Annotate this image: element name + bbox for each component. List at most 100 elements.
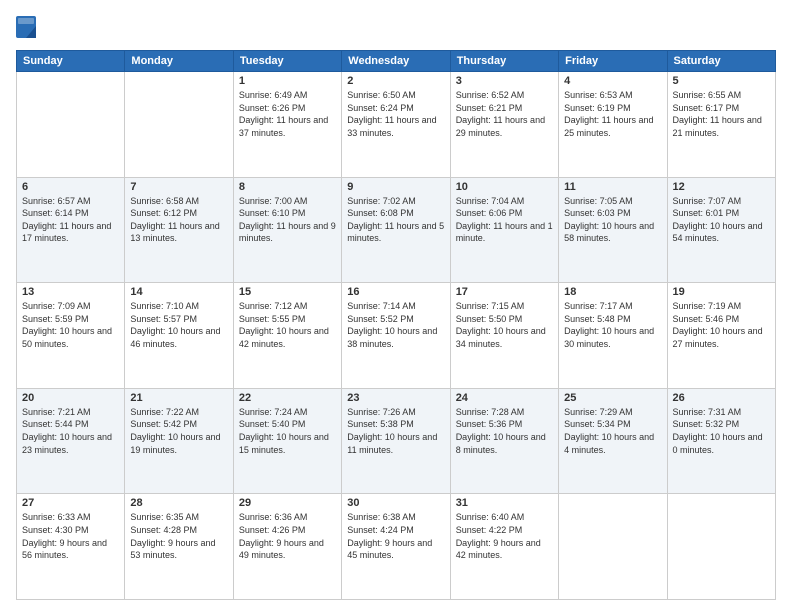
day-info: Sunrise: 7:22 AMSunset: 5:42 PMDaylight:… <box>130 406 227 456</box>
day-info: Sunrise: 6:52 AMSunset: 6:21 PMDaylight:… <box>456 89 553 139</box>
day-number: 3 <box>456 75 553 87</box>
day-number: 29 <box>239 497 336 509</box>
day-info: Sunrise: 7:29 AMSunset: 5:34 PMDaylight:… <box>564 406 661 456</box>
day-info: Sunrise: 6:57 AMSunset: 6:14 PMDaylight:… <box>22 195 119 245</box>
day-info: Sunrise: 7:04 AMSunset: 6:06 PMDaylight:… <box>456 195 553 245</box>
calendar-cell: 2 Sunrise: 6:50 AMSunset: 6:24 PMDaylight… <box>342 72 450 178</box>
calendar-cell: 16 Sunrise: 7:14 AMSunset: 5:52 PMDayligh… <box>342 283 450 389</box>
calendar-week-row: 27 Sunrise: 6:33 AMSunset: 4:30 PMDayligh… <box>17 494 776 600</box>
calendar-cell: 24 Sunrise: 7:28 AMSunset: 5:36 PMDayligh… <box>450 388 558 494</box>
day-number: 1 <box>239 75 336 87</box>
day-number: 26 <box>673 392 770 404</box>
day-number: 23 <box>347 392 444 404</box>
header <box>16 12 776 46</box>
page: SundayMondayTuesdayWednesdayThursdayFrid… <box>0 0 792 612</box>
day-info: Sunrise: 6:35 AMSunset: 4:28 PMDaylight:… <box>130 511 227 561</box>
calendar-cell <box>559 494 667 600</box>
day-info: Sunrise: 7:10 AMSunset: 5:57 PMDaylight:… <box>130 300 227 350</box>
day-number: 7 <box>130 181 227 193</box>
day-info: Sunrise: 7:14 AMSunset: 5:52 PMDaylight:… <box>347 300 444 350</box>
day-number: 8 <box>239 181 336 193</box>
calendar-cell: 1 Sunrise: 6:49 AMSunset: 6:26 PMDaylight… <box>233 72 341 178</box>
calendar-cell: 23 Sunrise: 7:26 AMSunset: 5:38 PMDayligh… <box>342 388 450 494</box>
day-number: 17 <box>456 286 553 298</box>
calendar-week-row: 13Sunrise: 7:09 AMSunset: 5:59 PMDayligh… <box>17 283 776 389</box>
weekday-header-tuesday: Tuesday <box>233 51 341 72</box>
day-number: 25 <box>564 392 661 404</box>
weekday-header-saturday: Saturday <box>667 51 775 72</box>
calendar-cell: 26 Sunrise: 7:31 AMSunset: 5:32 PMDayligh… <box>667 388 775 494</box>
calendar-cell: 19 Sunrise: 7:19 AMSunset: 5:46 PMDayligh… <box>667 283 775 389</box>
day-info: Sunrise: 7:02 AMSunset: 6:08 PMDaylight:… <box>347 195 444 245</box>
day-number: 28 <box>130 497 227 509</box>
day-number: 30 <box>347 497 444 509</box>
calendar-cell: 22 Sunrise: 7:24 AMSunset: 5:40 PMDayligh… <box>233 388 341 494</box>
day-number: 12 <box>673 181 770 193</box>
day-info: Sunrise: 6:55 AMSunset: 6:17 PMDaylight:… <box>673 89 770 139</box>
day-info: Sunrise: 7:17 AMSunset: 5:48 PMDaylight:… <box>564 300 661 350</box>
weekday-header-monday: Monday <box>125 51 233 72</box>
day-info: Sunrise: 7:24 AMSunset: 5:40 PMDaylight:… <box>239 406 336 456</box>
calendar-cell: 6 Sunrise: 6:57 AMSunset: 6:14 PMDaylight… <box>17 177 125 283</box>
calendar-cell: 15 Sunrise: 7:12 AMSunset: 5:55 PMDayligh… <box>233 283 341 389</box>
calendar-cell: 17 Sunrise: 7:15 AMSunset: 5:50 PMDayligh… <box>450 283 558 389</box>
day-number: 6 <box>22 181 119 193</box>
day-info: Sunrise: 6:50 AMSunset: 6:24 PMDaylight:… <box>347 89 444 139</box>
day-info: Sunrise: 7:28 AMSunset: 5:36 PMDaylight:… <box>456 406 553 456</box>
calendar-table: SundayMondayTuesdayWednesdayThursdayFrid… <box>16 50 776 600</box>
day-number: 15 <box>239 286 336 298</box>
day-info: Sunrise: 7:31 AMSunset: 5:32 PMDaylight:… <box>673 406 770 456</box>
day-info: Sunrise: 7:12 AMSunset: 5:55 PMDaylight:… <box>239 300 336 350</box>
day-number: 4 <box>564 75 661 87</box>
logo-icon <box>16 16 38 46</box>
day-number: 20 <box>22 392 119 404</box>
day-info: Sunrise: 6:40 AMSunset: 4:22 PMDaylight:… <box>456 511 553 561</box>
day-number: 27 <box>22 497 119 509</box>
calendar-cell: 20Sunrise: 7:21 AMSunset: 5:44 PMDayligh… <box>17 388 125 494</box>
weekday-header-thursday: Thursday <box>450 51 558 72</box>
weekday-header-sunday: Sunday <box>17 51 125 72</box>
calendar-cell: 18 Sunrise: 7:17 AMSunset: 5:48 PMDayligh… <box>559 283 667 389</box>
weekday-header-wednesday: Wednesday <box>342 51 450 72</box>
calendar-week-row: 6 Sunrise: 6:57 AMSunset: 6:14 PMDaylight… <box>17 177 776 283</box>
calendar-cell: 31 Sunrise: 6:40 AMSunset: 4:22 PMDayligh… <box>450 494 558 600</box>
day-info: Sunrise: 6:33 AMSunset: 4:30 PMDaylight:… <box>22 511 119 561</box>
day-number: 19 <box>673 286 770 298</box>
day-info: Sunrise: 6:49 AMSunset: 6:26 PMDaylight:… <box>239 89 336 139</box>
day-number: 11 <box>564 181 661 193</box>
calendar-cell: 21 Sunrise: 7:22 AMSunset: 5:42 PMDayligh… <box>125 388 233 494</box>
day-info: Sunrise: 6:58 AMSunset: 6:12 PMDaylight:… <box>130 195 227 245</box>
calendar-cell: 29 Sunrise: 6:36 AMSunset: 4:26 PMDayligh… <box>233 494 341 600</box>
day-info: Sunrise: 7:05 AMSunset: 6:03 PMDaylight:… <box>564 195 661 245</box>
weekday-header-row: SundayMondayTuesdayWednesdayThursdayFrid… <box>17 51 776 72</box>
day-number: 9 <box>347 181 444 193</box>
calendar-cell: 4 Sunrise: 6:53 AMSunset: 6:19 PMDaylight… <box>559 72 667 178</box>
day-info: Sunrise: 7:15 AMSunset: 5:50 PMDaylight:… <box>456 300 553 350</box>
day-info: Sunrise: 6:36 AMSunset: 4:26 PMDaylight:… <box>239 511 336 561</box>
calendar-cell: 27 Sunrise: 6:33 AMSunset: 4:30 PMDayligh… <box>17 494 125 600</box>
calendar-cell: 30Sunrise: 6:38 AMSunset: 4:24 PMDayligh… <box>342 494 450 600</box>
day-info: Sunrise: 7:00 AMSunset: 6:10 PMDaylight:… <box>239 195 336 245</box>
day-number: 2 <box>347 75 444 87</box>
day-info: Sunrise: 7:19 AMSunset: 5:46 PMDaylight:… <box>673 300 770 350</box>
calendar-cell: 14 Sunrise: 7:10 AMSunset: 5:57 PMDayligh… <box>125 283 233 389</box>
calendar-cell: 13Sunrise: 7:09 AMSunset: 5:59 PMDayligh… <box>17 283 125 389</box>
calendar-cell: 5Sunrise: 6:55 AMSunset: 6:17 PMDaylight… <box>667 72 775 178</box>
calendar-cell: 25 Sunrise: 7:29 AMSunset: 5:34 PMDayligh… <box>559 388 667 494</box>
day-number: 31 <box>456 497 553 509</box>
day-number: 14 <box>130 286 227 298</box>
calendar-cell: 11 Sunrise: 7:05 AMSunset: 6:03 PMDayligh… <box>559 177 667 283</box>
calendar-cell <box>667 494 775 600</box>
day-number: 22 <box>239 392 336 404</box>
day-number: 18 <box>564 286 661 298</box>
calendar-cell: 8 Sunrise: 7:00 AMSunset: 6:10 PMDaylight… <box>233 177 341 283</box>
day-info: Sunrise: 7:07 AMSunset: 6:01 PMDaylight:… <box>673 195 770 245</box>
day-info: Sunrise: 7:26 AMSunset: 5:38 PMDaylight:… <box>347 406 444 456</box>
day-info: Sunrise: 6:53 AMSunset: 6:19 PMDaylight:… <box>564 89 661 139</box>
day-number: 21 <box>130 392 227 404</box>
weekday-header-friday: Friday <box>559 51 667 72</box>
calendar-cell: 10Sunrise: 7:04 AMSunset: 6:06 PMDayligh… <box>450 177 558 283</box>
day-number: 16 <box>347 286 444 298</box>
calendar-cell <box>125 72 233 178</box>
day-number: 24 <box>456 392 553 404</box>
